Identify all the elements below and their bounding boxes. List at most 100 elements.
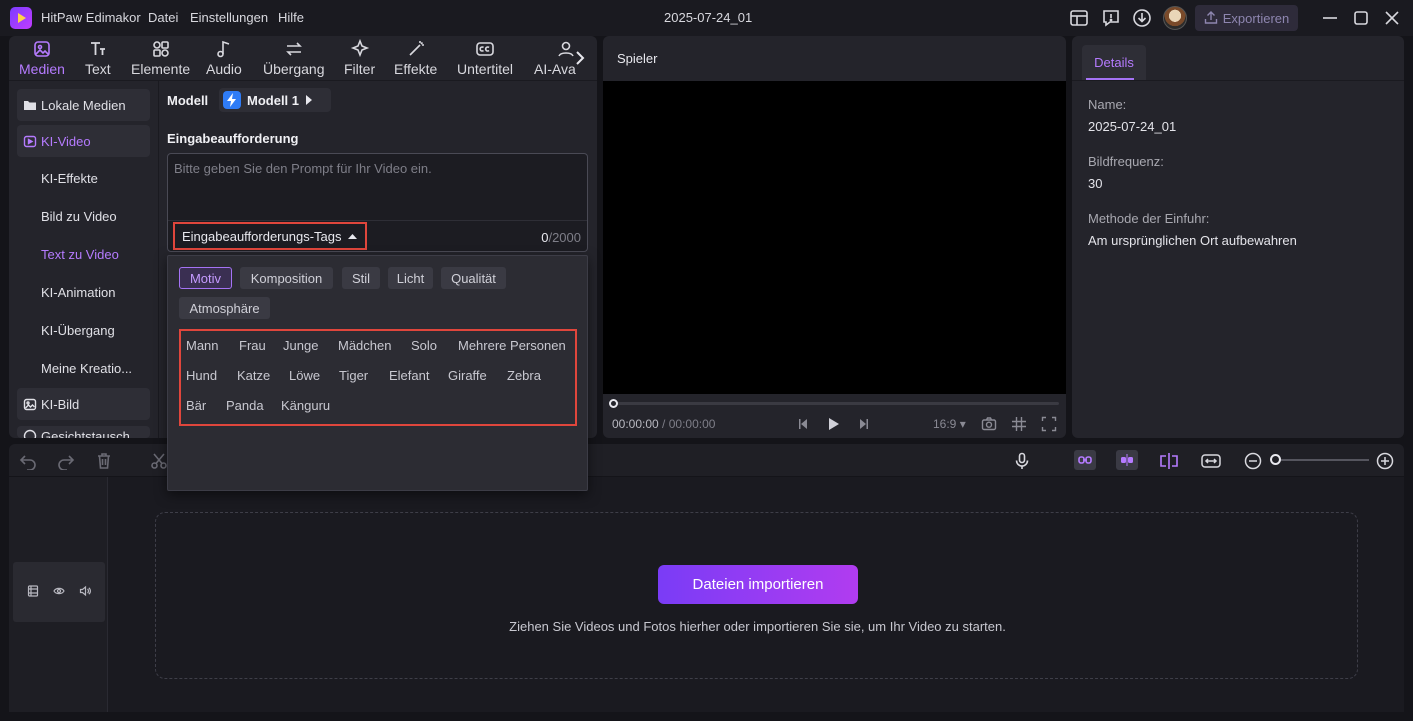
magnet-icon[interactable] [1116, 450, 1138, 470]
tab-filter[interactable]: Filter [344, 39, 375, 79]
tag-category-qualitaet[interactable]: Qualität [441, 267, 506, 289]
zoom-slider-track[interactable] [1279, 459, 1369, 461]
tag-category-licht[interactable]: Licht [388, 267, 433, 289]
menu-einstellungen[interactable]: Einstellungen [190, 10, 268, 25]
tag-item[interactable]: Giraffe [448, 368, 487, 383]
undo-icon[interactable] [19, 452, 37, 470]
export-button[interactable]: Exportieren [1195, 5, 1298, 31]
progress-handle[interactable] [609, 399, 618, 408]
tab-uebergang[interactable]: Übergang [263, 39, 325, 79]
tag-category-motiv[interactable]: Motiv [179, 267, 232, 289]
sidebar-item-lokale-medien[interactable]: Lokale Medien [17, 89, 150, 121]
user-avatar[interactable] [1163, 6, 1187, 30]
player-panel: Spieler 00:00:00 / 00:00:00 16:9 ▾ [603, 36, 1066, 438]
zoom-out-icon[interactable] [1244, 452, 1262, 470]
audio-icon [217, 40, 230, 58]
tag-item[interactable]: Mädchen [338, 338, 391, 353]
layout-icon[interactable] [1069, 8, 1089, 28]
tab-untertitel[interactable]: Untertitel [457, 39, 513, 79]
text-icon [90, 42, 105, 55]
fit-width-icon[interactable] [1201, 452, 1221, 470]
tab-effekte[interactable]: Effekte [394, 39, 437, 79]
sidebar-item-ki-bild[interactable]: KI-Bild [17, 388, 150, 420]
redo-icon[interactable] [57, 452, 75, 470]
sidebar-item-gesichtstausch[interactable]: Gesichtstausch [17, 426, 150, 438]
fullscreen-icon[interactable] [1041, 416, 1057, 432]
sidebar-item-ki-uebergang[interactable]: KI-Übergang [17, 314, 150, 346]
sidebar-item-ki-effekte[interactable]: KI-Effekte [17, 162, 150, 194]
tab-audio[interactable]: Audio [206, 39, 242, 79]
grid-icon[interactable] [1011, 416, 1027, 432]
tag-item[interactable]: Frau [239, 338, 266, 353]
tag-item[interactable]: Panda [226, 398, 264, 413]
tag-category-stil[interactable]: Stil [342, 267, 380, 289]
zoom-slider-handle[interactable] [1270, 454, 1281, 465]
sidebar-item-text-zu-video[interactable]: Text zu Video [17, 238, 150, 270]
prompt-textarea[interactable]: Bitte geben Sie den Prompt für Ihr Video… [167, 153, 588, 252]
filter-icon [350, 39, 369, 58]
tag-item[interactable]: Mann [186, 338, 219, 353]
tag-item[interactable]: Tiger [339, 368, 368, 383]
feedback-icon[interactable] [1101, 8, 1121, 28]
tab-text[interactable]: Text [85, 39, 111, 79]
eye-icon[interactable] [53, 585, 65, 597]
close-icon[interactable] [1382, 8, 1402, 28]
sidebar-item-bild-zu-video[interactable]: Bild zu Video [17, 200, 150, 232]
time-total: / 00:00:00 [658, 417, 716, 431]
prompt-tags-label: Eingabeaufforderungs-Tags [182, 228, 342, 244]
face-swap-icon [23, 429, 37, 438]
download-icon[interactable] [1132, 8, 1152, 28]
sidebar-item-ki-animation[interactable]: KI-Animation [17, 276, 150, 308]
sidebar-item-ki-video[interactable]: KI-Video [17, 125, 150, 157]
media-drop-zone[interactable]: Dateien importieren Ziehen Sie Videos un… [155, 512, 1358, 679]
play-icon[interactable] [825, 416, 841, 432]
split-clip-icon[interactable] [1159, 452, 1178, 470]
next-frame-icon[interactable] [855, 416, 871, 432]
microphone-icon[interactable] [1013, 452, 1031, 470]
import-files-button[interactable]: Dateien importieren [658, 565, 858, 604]
tag-item[interactable]: Katze [237, 368, 270, 383]
app-logo-icon [10, 7, 32, 29]
link-icon[interactable] [1074, 450, 1096, 470]
project-title: 2025-07-24_01 [664, 10, 753, 25]
subtitle-icon [476, 42, 494, 56]
player-title: Spieler [617, 51, 658, 66]
speaker-icon[interactable] [79, 585, 91, 597]
import-method-value: Am ursprünglichen Ort aufbewahren [1088, 233, 1297, 248]
snapshot-icon[interactable] [981, 416, 997, 432]
timeline: Dateien importieren Ziehen Sie Videos un… [9, 477, 1404, 712]
prompt-tags-toggle[interactable]: Eingabeaufforderungs-Tags [173, 222, 367, 250]
delete-icon[interactable] [95, 452, 113, 470]
tag-item[interactable]: Löwe [289, 368, 320, 383]
tag-item[interactable]: Känguru [281, 398, 330, 413]
film-icon[interactable] [27, 585, 39, 597]
time-current: 00:00:00 [612, 417, 659, 431]
tab-elemente[interactable]: Elemente [131, 39, 190, 79]
tag-category-atmosphaere[interactable]: Atmosphäre [179, 297, 270, 319]
tab-details[interactable]: Details [1082, 45, 1146, 80]
maximize-icon[interactable] [1351, 8, 1371, 28]
minimize-icon[interactable] [1320, 8, 1340, 28]
framerate-value: 30 [1088, 176, 1103, 191]
aspect-ratio-select[interactable]: 16:9 ▾ [933, 417, 966, 431]
progress-track[interactable] [613, 402, 1059, 405]
menu-datei[interactable]: Datei [148, 10, 178, 25]
prev-frame-icon[interactable] [796, 416, 812, 432]
tag-item[interactable]: Hund [186, 368, 217, 383]
tag-item[interactable]: Bär [186, 398, 206, 413]
sidebar-item-meine-kreationen[interactable]: Meine Kreatio... [17, 352, 150, 384]
chevron-right-icon[interactable] [573, 49, 587, 67]
tag-item[interactable]: Solo [411, 338, 437, 353]
tag-item[interactable]: Mehrere Personen [458, 338, 566, 353]
tag-item[interactable]: Junge [283, 338, 318, 353]
tag-item[interactable]: Elefant [389, 368, 429, 383]
video-preview[interactable] [603, 81, 1066, 394]
tag-category-komposition[interactable]: Komposition [240, 267, 333, 289]
tag-item[interactable]: Zebra [507, 368, 541, 383]
tab-medien[interactable]: Medien [19, 39, 65, 79]
zoom-in-icon[interactable] [1376, 452, 1394, 470]
model-selector[interactable]: Modell 1 [219, 88, 331, 112]
tab-ai-avatar[interactable]: AI-Ava [534, 39, 576, 79]
menu-hilfe[interactable]: Hilfe [278, 10, 304, 25]
split-icon[interactable] [150, 452, 168, 470]
